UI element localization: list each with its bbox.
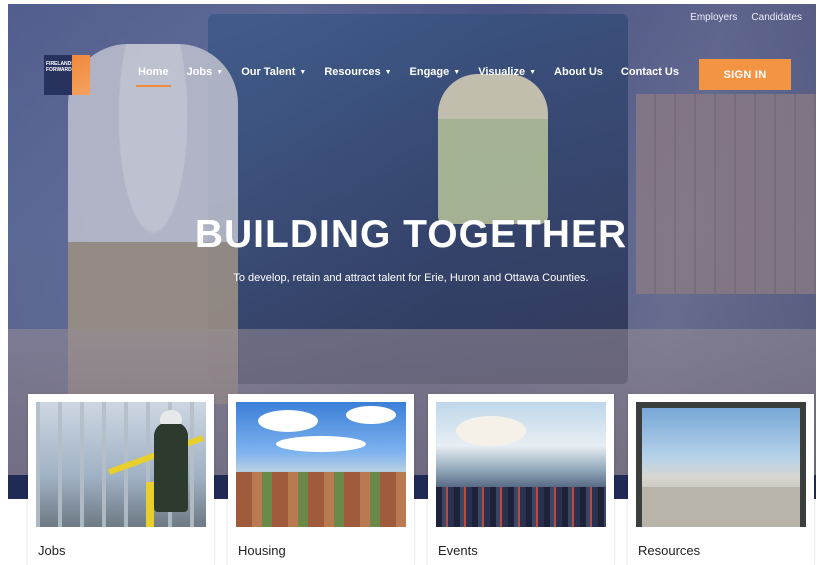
nav-item-about-us[interactable]: About Us <box>554 66 603 78</box>
site-logo[interactable]: FIRELANDS FORWARD <box>44 55 90 95</box>
card-label: Events <box>438 543 478 558</box>
card-label: Resources <box>638 543 701 558</box>
events-photo <box>436 402 606 527</box>
nav-item-home[interactable]: Home <box>136 66 171 87</box>
hero-driver-image <box>438 74 548 224</box>
photo-detail <box>146 482 154 527</box>
employers-link[interactable]: Employers <box>690 12 737 23</box>
photo-detail <box>276 436 366 452</box>
candidates-link[interactable]: Candidates <box>751 12 802 23</box>
nav-item-visualize[interactable]: Visualize ▼ <box>478 66 536 78</box>
hero-building-image <box>636 94 816 294</box>
photo-detail <box>456 416 526 446</box>
nav-item-label: Contact Us <box>620 66 679 78</box>
nav-item-label: About Us <box>554 66 603 78</box>
main-nav: Home Jobs ▼ Our Talent ▼ Resources ▼ Eng… <box>136 66 697 87</box>
photo-detail <box>258 410 318 432</box>
chevron-down-icon: ▼ <box>216 68 224 76</box>
resources-photo <box>636 402 806 527</box>
housing-photo <box>236 402 406 527</box>
nav-item-label: Engage <box>409 66 450 78</box>
photo-detail <box>636 402 806 527</box>
nav-item-label: Visualize <box>478 66 526 78</box>
card-label: Housing <box>238 543 286 558</box>
chevron-down-icon: ▼ <box>453 68 461 76</box>
utility-links: Employers Candidates <box>690 12 802 23</box>
nav-item-label: Jobs <box>186 66 213 78</box>
feature-cards: Jobs Housing Events Resources <box>0 394 822 565</box>
nav-item-label: Home <box>138 66 169 78</box>
nav-item-engage[interactable]: Engage ▼ <box>410 66 461 78</box>
nav-item-resources[interactable]: Resources ▼ <box>324 66 391 78</box>
card-label: Jobs <box>38 543 66 558</box>
photo-detail <box>346 406 396 424</box>
photo-detail <box>236 472 406 527</box>
sign-in-button[interactable]: SIGN IN <box>699 59 791 90</box>
chevron-down-icon: ▼ <box>529 68 537 76</box>
nav-item-label: Resources <box>324 66 381 78</box>
nav-item-label: Our Talent <box>241 66 296 78</box>
chevron-down-icon: ▼ <box>299 68 307 76</box>
card-jobs[interactable]: Jobs <box>28 394 214 565</box>
card-resources[interactable]: Resources <box>628 394 814 565</box>
photo-detail <box>436 487 606 527</box>
hero-subhead: To develop, retain and attract talent fo… <box>233 272 589 284</box>
card-housing[interactable]: Housing <box>228 394 414 565</box>
logo-text: FIRELANDS FORWARD <box>46 61 75 73</box>
jobs-photo <box>36 402 206 527</box>
hero-headline: BUILDING TOGETHER <box>194 213 628 256</box>
nav-item-contact-us[interactable]: Contact Us <box>621 66 679 78</box>
photo-detail <box>154 422 188 512</box>
nav-item-jobs[interactable]: Jobs ▼ <box>187 66 224 78</box>
photo-detail <box>160 410 182 424</box>
card-events[interactable]: Events <box>428 394 614 565</box>
nav-item-our-talent[interactable]: Our Talent ▼ <box>241 66 306 78</box>
chevron-down-icon: ▼ <box>384 68 392 76</box>
logo-mark-icon <box>72 55 90 95</box>
